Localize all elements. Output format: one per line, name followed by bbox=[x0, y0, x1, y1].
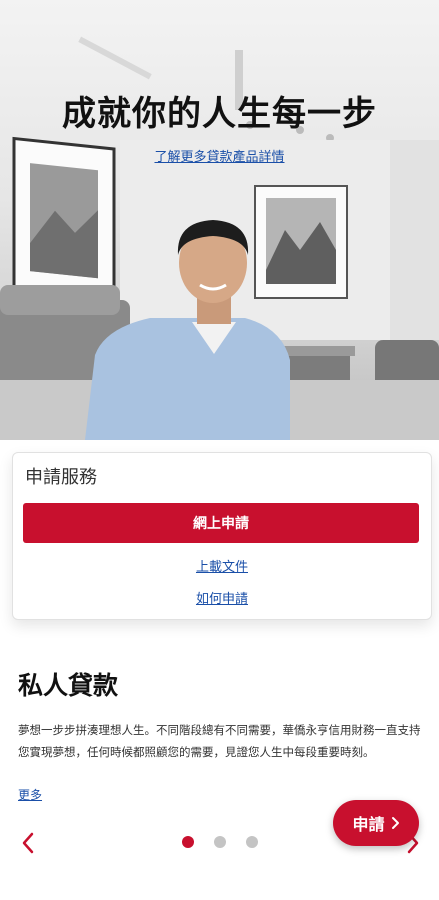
chevron-right-icon bbox=[391, 816, 400, 830]
product-title: 私人貸款 bbox=[18, 671, 119, 700]
hero-background-image bbox=[0, 36, 439, 440]
hero-banner: 成就你的人生每一步 了解更多貸款產品詳情 bbox=[0, 0, 439, 440]
loan-details-link[interactable]: 了解更多貸款產品詳情 bbox=[0, 146, 439, 165]
online-apply-button[interactable]: 網上申請 bbox=[23, 503, 419, 543]
apply-service-card: 申請服務 網上申請 上載文件 如何申請 bbox=[12, 452, 432, 620]
apply-card-title: 申請服務 bbox=[25, 467, 97, 488]
product-description: 夢想一步步拼湊理想人生。不同階段總有不同需要，華僑永亨信用財務一直支持您實現夢想… bbox=[18, 723, 421, 759]
hero-title: 成就你的人生每一步 bbox=[62, 94, 377, 134]
carousel-dot[interactable] bbox=[182, 836, 194, 848]
more-link[interactable]: 更多 bbox=[18, 786, 42, 803]
apply-fab-label: 申請 bbox=[352, 815, 385, 834]
upload-documents-link[interactable]: 上載文件 bbox=[13, 556, 431, 575]
carousel-dot[interactable] bbox=[214, 836, 226, 848]
carousel-dot[interactable] bbox=[246, 836, 258, 848]
apply-fab-button[interactable]: 申請 bbox=[333, 800, 419, 846]
how-to-apply-link[interactable]: 如何申請 bbox=[13, 588, 431, 607]
